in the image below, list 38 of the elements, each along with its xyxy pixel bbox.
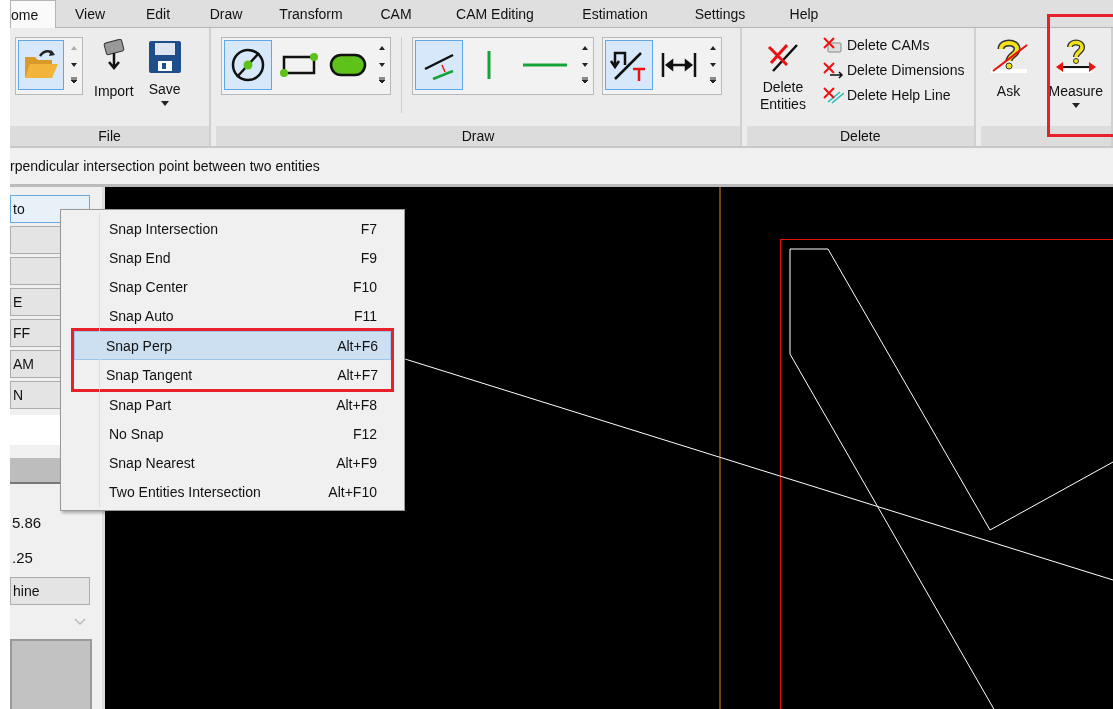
- group-label: Draw: [216, 126, 740, 146]
- delete-menu-button[interactable]: Delete CAMs: [821, 34, 965, 56]
- group-label: Delete: [746, 126, 974, 146]
- menu-item[interactable]: No Snap F12: [64, 419, 403, 448]
- ribbon-tab[interactable]: CAM: [362, 0, 430, 27]
- delete-line-icon: [821, 86, 844, 104]
- open-folder-icon[interactable]: [18, 40, 64, 90]
- chevron-down-icon: [74, 618, 86, 626]
- panel-button[interactable]: hine: [10, 577, 90, 605]
- perpendicular-icon[interactable]: [415, 40, 464, 90]
- delete-dimension-icon: [821, 61, 844, 79]
- menu-item[interactable]: Two Entities Intersection Alt+F10: [64, 477, 403, 506]
- menu-item[interactable]: Snap End F9: [64, 243, 403, 272]
- ribbon-tab[interactable]: Transform: [260, 0, 362, 27]
- ribbon-tab[interactable]: Edit: [124, 0, 192, 27]
- ribbon-tab[interactable]: Estimation: [560, 0, 670, 27]
- delete-entities-button[interactable]: Delete Entities: [751, 37, 814, 115]
- value-text: .25: [11, 548, 34, 568]
- ask-button[interactable]: Ask: [985, 37, 1032, 101]
- ribbon-tab[interactable]: Draw: [192, 0, 260, 27]
- ribbon-tab[interactable]: Help: [770, 0, 838, 27]
- import-button[interactable]: Import: [91, 37, 137, 101]
- group-label: File: [10, 126, 210, 146]
- ribbon-tab[interactable]: View: [56, 0, 124, 27]
- delete-menu-button[interactable]: Delete Help Line: [821, 84, 965, 106]
- menu-item[interactable]: Snap Nearest Alt+F9: [64, 448, 403, 477]
- ribbon-tab[interactable]: Settings: [670, 0, 770, 27]
- caret-icon: [1071, 103, 1080, 108]
- value-text: 5.86: [11, 513, 43, 533]
- caret-icon: [160, 101, 169, 106]
- menu-item[interactable]: Snap Perp Alt+F6: [74, 331, 391, 360]
- ribbon-tab[interactable]: CAM Editing: [430, 0, 560, 27]
- delete-cam-icon: [821, 36, 844, 54]
- ribbon-tab[interactable]: ome: [10, 0, 56, 28]
- save-button[interactable]: Save: [144, 37, 185, 108]
- measure-button[interactable]: Measure: [1045, 37, 1106, 110]
- delete-menu-button[interactable]: Delete Dimensions: [821, 59, 965, 81]
- status-text: rpendicular intersection point between two entities: [10, 158, 320, 174]
